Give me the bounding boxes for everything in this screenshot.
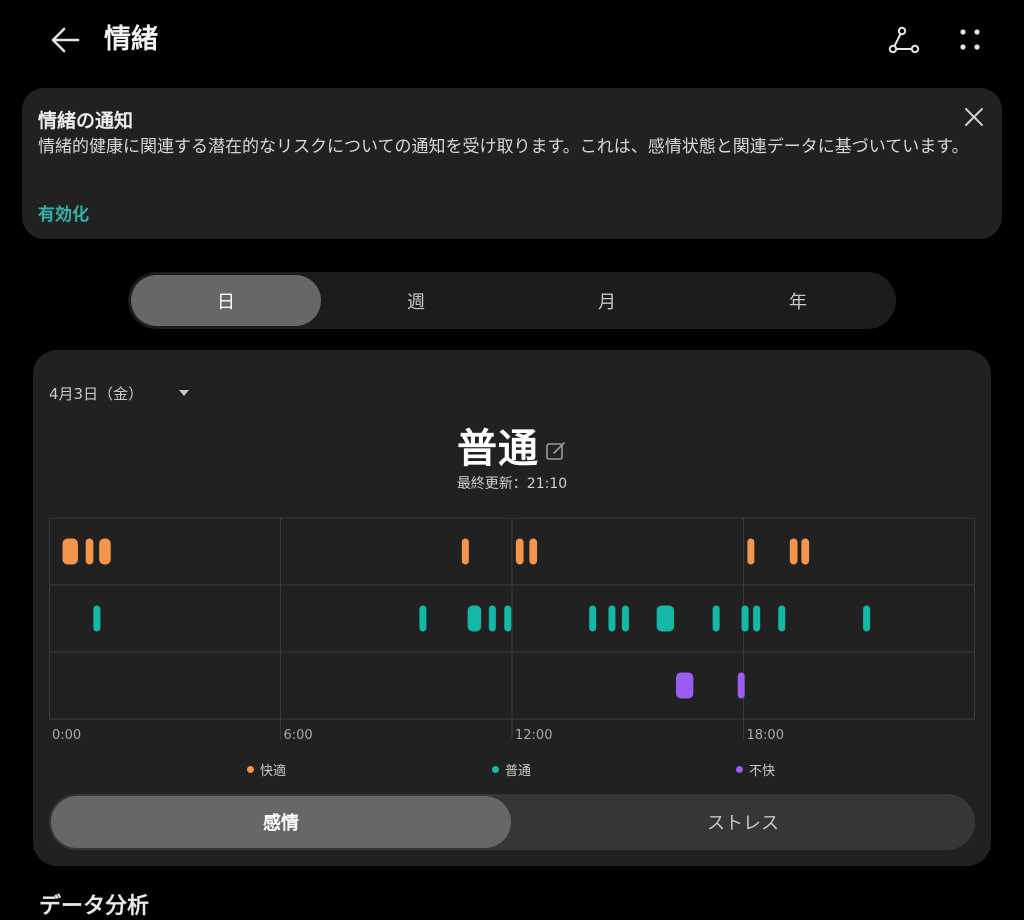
timeline-bar <box>747 538 755 565</box>
back-button[interactable] <box>44 20 88 60</box>
last-updated: 最終更新：21:10 <box>456 476 568 492</box>
notice-body: 情緒的健康に関連する潜在的なリスクについての通知を受け取ります。これは、感情状態… <box>38 137 969 157</box>
timeline-bar <box>62 538 78 565</box>
timeline-bar <box>621 605 629 632</box>
metric-tabs: 感情 ストレス <box>49 794 975 850</box>
share-nodes-icon <box>888 26 920 54</box>
enable-notification-link[interactable]: 有効化 <box>38 200 89 225</box>
arrow-left-icon <box>51 27 80 53</box>
date-selector[interactable]: 4月3日（金） <box>49 383 143 404</box>
timeline-bar <box>753 605 761 632</box>
edit-icon[interactable] <box>545 440 567 462</box>
legend-item-unpleasant: 不快 <box>736 760 775 779</box>
share-button[interactable] <box>880 20 928 60</box>
x-tick-label: 18:00 <box>747 728 784 743</box>
legend-dot <box>247 766 254 773</box>
legend-label: 不快 <box>749 764 776 779</box>
timeline-bar <box>675 672 694 699</box>
x-tick-label: 0:00 <box>52 728 81 743</box>
mood-value: 普通 <box>457 426 539 472</box>
period-tabs: 日 週 月 年 <box>128 272 896 329</box>
timeline-bar <box>419 605 427 632</box>
timeline-bar <box>737 672 745 699</box>
timeline-bar <box>789 538 798 565</box>
x-tick-label: 6:00 <box>284 728 313 743</box>
page-title: 情緒 <box>104 24 158 55</box>
timeline-bar <box>461 538 469 565</box>
section-title-data-analysis: データ分析 <box>39 894 150 919</box>
x-tick-label: 12:00 <box>515 728 552 743</box>
notice-title: 情緒の通知 <box>38 110 134 132</box>
timeline-bar <box>656 605 675 632</box>
tab-month[interactable]: 月 <box>512 275 702 326</box>
legend-dot <box>736 766 743 773</box>
timeline-bar <box>801 538 810 565</box>
timeline-bar <box>467 605 482 632</box>
tab-year[interactable]: 年 <box>703 275 893 326</box>
legend-label: 快適 <box>260 764 287 779</box>
timeline-bar <box>504 605 512 632</box>
timeline-bar <box>608 605 616 632</box>
tab-week[interactable]: 週 <box>321 275 511 326</box>
tab-day[interactable]: 日 <box>131 275 321 326</box>
tab-stress[interactable]: ストレス <box>513 796 973 848</box>
mood-row: 普通 <box>33 420 991 472</box>
legend-item-comfortable: 快適 <box>247 760 286 779</box>
close-icon <box>965 108 983 126</box>
close-notice-button[interactable] <box>960 103 988 131</box>
timeline-bar <box>863 605 871 632</box>
timeline-bar <box>488 605 496 632</box>
caret-down-icon[interactable] <box>178 388 190 398</box>
legend-label: 普通 <box>505 764 532 779</box>
legend-item-normal: 普通 <box>492 760 531 779</box>
timeline-bar <box>778 605 786 632</box>
legend-dot <box>492 766 499 773</box>
emotion-timeline-chart: 0:00 6:00 12:00 18:00 <box>49 517 975 743</box>
tab-emotion[interactable]: 感情 <box>51 796 511 848</box>
more-options-button[interactable] <box>948 20 992 60</box>
timeline-bar <box>99 538 111 565</box>
notification-card: 情緒の通知 情緒的健康に関連する潜在的なリスクについての通知を受け取ります。これ… <box>22 88 1002 239</box>
emotion-card: 4月3日（金） 普通 最終更新：21:10 0:00 6:00 12:00 18:00… <box>33 350 991 866</box>
timeline-bar <box>712 605 720 632</box>
timeline-bar <box>741 605 749 632</box>
timeline-bar <box>93 605 101 632</box>
more-dots-icon <box>960 29 980 50</box>
timeline-bar <box>85 538 94 565</box>
timeline-bar <box>529 538 538 565</box>
timeline-bar <box>589 605 597 632</box>
timeline-bar <box>515 538 524 565</box>
